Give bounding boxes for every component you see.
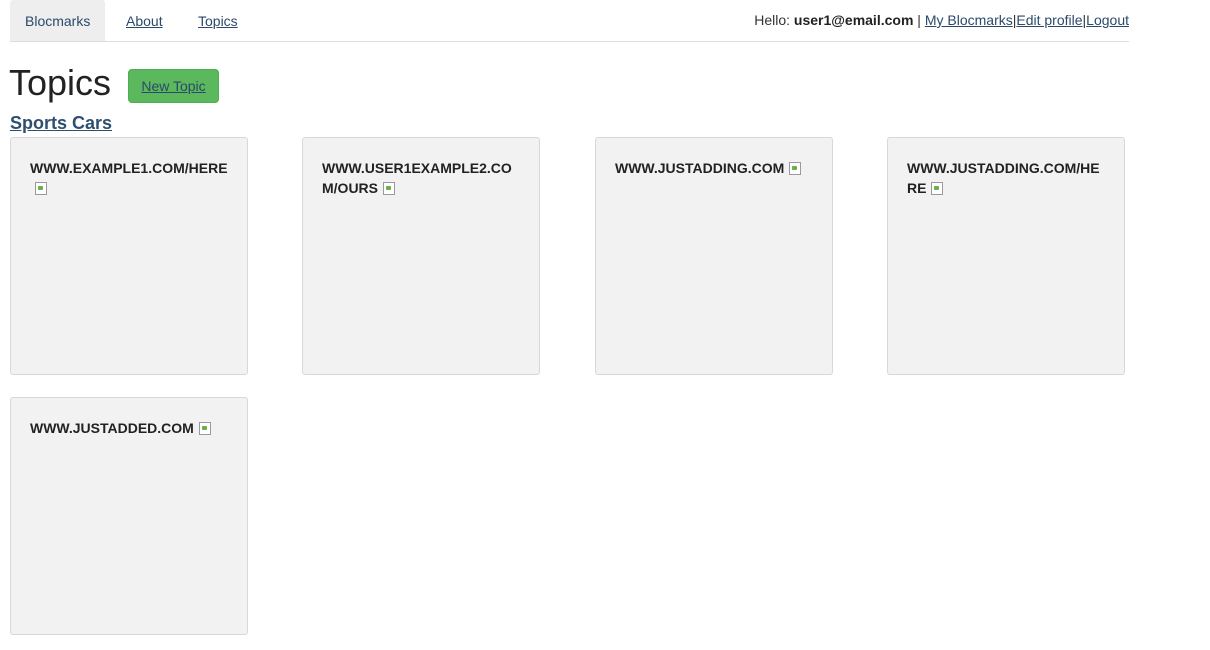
bookmark-card-content: www.example1.com/here xyxy=(30,158,230,198)
bookmark-card[interactable]: www.justadding.com/here xyxy=(887,137,1125,375)
bookmark-card-content: www.user1example2.com/ours xyxy=(322,158,522,198)
user-email: user1@email.com xyxy=(793,12,914,28)
navbar: Blocmarks About Topics Hello: user1@emai… xyxy=(10,0,1129,42)
edit-profile-link[interactable]: Edit profile xyxy=(1016,12,1082,28)
my-blocmarks-link[interactable]: My Blocmarks xyxy=(925,12,1013,28)
bookmark-card[interactable]: www.justadding.com xyxy=(595,137,833,375)
user-area: Hello: user1@email.com | My Blocmarks|Ed… xyxy=(754,0,1129,41)
bookmark-card-content: www.justadding.com/here xyxy=(907,158,1107,198)
greeting-label: Hello: xyxy=(754,12,791,28)
bookmark-card-content: www.justadding.com xyxy=(615,158,815,178)
broken-image-icon xyxy=(382,181,396,195)
bookmark-card[interactable]: www.justadded.com xyxy=(10,397,248,635)
bookmark-card[interactable]: www.user1example2.com/ours xyxy=(302,137,540,375)
bookmark-url[interactable]: www.justadding.com xyxy=(615,160,784,176)
bookmark-url[interactable]: www.user1example2.com/ours xyxy=(322,160,512,196)
logout-link[interactable]: Logout xyxy=(1086,12,1129,28)
bookmark-url[interactable]: www.justadded.com xyxy=(30,420,194,436)
nav-tab-about[interactable]: About xyxy=(126,0,163,41)
bookmark-url[interactable]: www.example1.com/here xyxy=(30,160,228,176)
broken-image-icon xyxy=(930,181,944,195)
topic-link-sports-cars[interactable]: Sports Cars xyxy=(10,110,112,136)
nav-tab-topics[interactable]: Topics xyxy=(198,0,238,41)
broken-image-icon xyxy=(34,181,48,195)
broken-image-icon xyxy=(198,421,212,435)
bookmark-card[interactable]: www.example1.com/here xyxy=(10,137,248,375)
bookmark-card-content: www.justadded.com xyxy=(30,418,230,438)
page-title: Topics xyxy=(9,62,112,103)
separator: | xyxy=(917,12,921,28)
new-topic-button[interactable]: New Topic xyxy=(128,69,219,103)
broken-image-icon xyxy=(788,161,802,175)
nav-tab-blocmarks[interactable]: Blocmarks xyxy=(10,0,106,41)
